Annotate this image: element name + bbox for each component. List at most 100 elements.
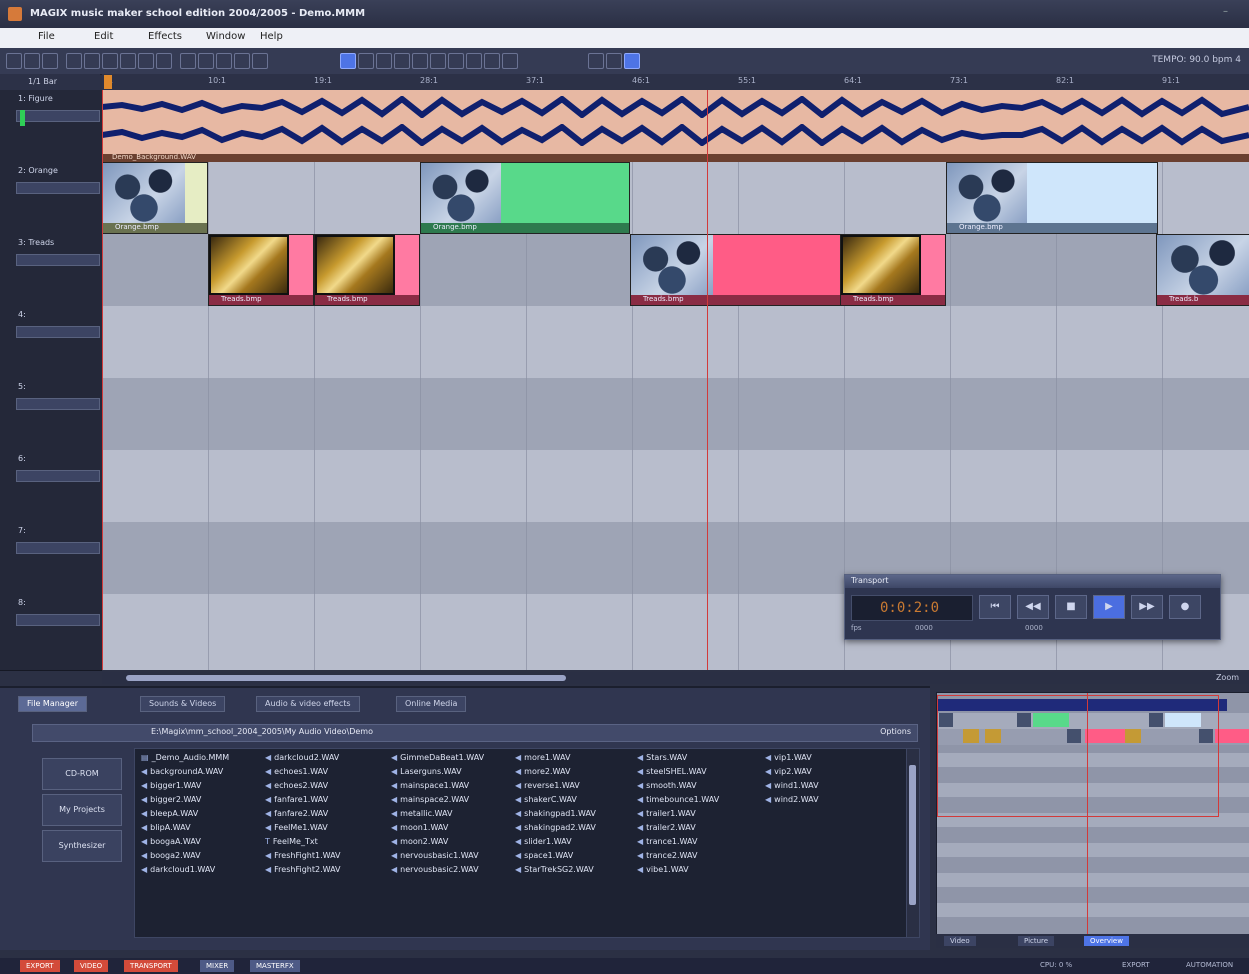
file-item[interactable]: ◀ boogaA.WAV xyxy=(141,837,201,846)
track-controls[interactable] xyxy=(16,398,100,410)
track-lane-2[interactable]: Orange.bmp Orange.bmp Orange.bmp xyxy=(102,162,1249,234)
file-item[interactable]: T FeelMe_Txt xyxy=(265,837,318,846)
menu-edit[interactable]: Edit xyxy=(94,31,113,42)
tab-sounds-videos[interactable]: Sounds & Videos xyxy=(140,696,226,712)
open-icon[interactable] xyxy=(24,53,40,69)
volume-tool-icon[interactable] xyxy=(430,53,446,69)
path-bar[interactable]: E:\Magix\mm_school_2004_2005\My Audio Vi… xyxy=(32,724,918,742)
menu-help[interactable]: Help xyxy=(260,31,283,42)
file-item[interactable]: ◀ more1.WAV xyxy=(515,753,570,762)
file-item[interactable]: ◀ wind2.WAV xyxy=(765,795,819,804)
file-item[interactable]: ◀ vibe1.WAV xyxy=(637,865,689,874)
file-item[interactable]: ◀ metallic.WAV xyxy=(391,809,452,818)
track-lane-3[interactable]: Treads.bmp Treads.bmp Treads.bmp Treads.… xyxy=(102,234,1249,306)
marker-tool-icon[interactable] xyxy=(502,53,518,69)
effects-tool-icon[interactable] xyxy=(484,53,500,69)
file-item[interactable]: ◀ shakingpad2.WAV xyxy=(515,823,596,832)
file-item[interactable]: ◀ moon1.WAV xyxy=(391,823,448,832)
file-item[interactable]: ◀ trance2.WAV xyxy=(637,851,697,860)
transport-header[interactable]: Transport xyxy=(845,575,1220,588)
track-header-8[interactable]: 8: xyxy=(0,594,102,671)
file-item[interactable]: ◀ trailer2.WAV xyxy=(637,823,696,832)
file-item[interactable]: ◀ space1.WAV xyxy=(515,851,573,860)
track-header-6[interactable]: 6: xyxy=(0,450,102,523)
file-item[interactable]: ◀ Stars.WAV xyxy=(637,753,687,762)
save-icon[interactable] xyxy=(42,53,58,69)
file-item[interactable]: ◀ FreshFight1.WAV xyxy=(265,851,341,860)
file-item[interactable]: ◀ darkcloud2.WAV xyxy=(265,753,339,762)
play-icon[interactable]: ▶ xyxy=(1093,595,1125,619)
rewind-icon[interactable]: ◀◀ xyxy=(1017,595,1049,619)
track-header-7[interactable]: 7: xyxy=(0,522,102,595)
track-controls[interactable] xyxy=(16,614,100,626)
track-controls[interactable] xyxy=(16,326,100,338)
split-icon[interactable] xyxy=(180,53,196,69)
magnet-tool-icon[interactable] xyxy=(466,53,482,69)
track-controls[interactable] xyxy=(16,254,100,266)
group-icon[interactable] xyxy=(198,53,214,69)
ungroup-icon[interactable] xyxy=(216,53,232,69)
horizontal-scrollbar[interactable]: Zoom xyxy=(102,672,1249,684)
file-item[interactable]: ◀ nervousbasic1.WAV xyxy=(391,851,479,860)
file-item[interactable]: ◀ trailer1.WAV xyxy=(637,809,696,818)
cut-icon[interactable] xyxy=(102,53,118,69)
track-header-3[interactable]: 3: Treads xyxy=(0,234,102,307)
track-lane-4[interactable] xyxy=(102,306,1249,378)
tab-overview[interactable]: Overview xyxy=(1084,936,1129,946)
menu-window[interactable]: Window xyxy=(206,31,245,42)
file-item[interactable]: ◀ mainspace1.WAV xyxy=(391,781,469,790)
video-clip[interactable]: Treads.bmp xyxy=(840,234,946,306)
tab-video[interactable]: Video xyxy=(944,936,976,946)
align-icon[interactable] xyxy=(234,53,250,69)
options-dropdown[interactable]: Options xyxy=(880,727,911,736)
file-item[interactable]: ◀ timebounce1.WAV xyxy=(637,795,719,804)
view-timeline-icon[interactable] xyxy=(624,53,640,69)
file-item[interactable]: ◀ more2.WAV xyxy=(515,767,570,776)
video-clip[interactable]: Orange.bmp xyxy=(420,162,630,234)
video-clip[interactable]: Treads.bmp xyxy=(208,234,314,306)
file-item[interactable]: ◀ vip2.WAV xyxy=(765,767,812,776)
file-item[interactable]: ▤ _Demo_Audio.MMM xyxy=(141,753,229,762)
track-lane-6[interactable] xyxy=(102,450,1249,522)
pointer-tool-icon[interactable] xyxy=(340,53,356,69)
file-item[interactable]: ◀ bigger1.WAV xyxy=(141,781,201,790)
new-icon[interactable] xyxy=(6,53,22,69)
file-item[interactable]: ◀ Laserguns.WAV xyxy=(391,767,462,776)
file-item[interactable]: ◀ echoes1.WAV xyxy=(265,767,328,776)
video-clip[interactable]: Orange.bmp xyxy=(946,162,1158,234)
video-button[interactable]: VIDEO xyxy=(74,960,109,972)
file-item[interactable]: ◀ bigger2.WAV xyxy=(141,795,201,804)
file-item[interactable]: ◀ darkcloud1.WAV xyxy=(141,865,215,874)
tab-picture[interactable]: Picture xyxy=(1018,936,1055,946)
track-lane-5[interactable] xyxy=(102,378,1249,450)
cd-rom-button[interactable]: CD-ROM xyxy=(42,758,122,790)
start-marker[interactable] xyxy=(104,75,112,89)
tab-audio-video-effects[interactable]: Audio & video effects xyxy=(256,696,360,712)
track-header-4[interactable]: 4: xyxy=(0,306,102,379)
menu-file[interactable]: File xyxy=(38,31,55,42)
track-controls[interactable] xyxy=(16,182,100,194)
video-clip[interactable]: Orange.bmp xyxy=(102,162,208,234)
my-projects-button[interactable]: My Projects xyxy=(42,794,122,826)
overview-panel[interactable] xyxy=(936,692,1249,936)
record-icon[interactable]: ● xyxy=(1169,595,1201,619)
minimize-icon[interactable]: – xyxy=(1223,6,1237,20)
file-item[interactable]: ◀ steelSHEL.WAV xyxy=(637,767,707,776)
scrollbar-thumb[interactable] xyxy=(909,765,916,905)
overview-viewport[interactable] xyxy=(937,695,1219,817)
file-item[interactable]: ◀ reverse1.WAV xyxy=(515,781,580,790)
playhead[interactable] xyxy=(707,90,708,670)
redo-icon[interactable] xyxy=(84,53,100,69)
automation-dropdown[interactable]: AUTOMATION xyxy=(1186,961,1233,969)
delete-icon[interactable] xyxy=(156,53,172,69)
scissors-tool-icon[interactable] xyxy=(376,53,392,69)
file-item[interactable]: ◀ fanfare1.WAV xyxy=(265,795,328,804)
video-clip[interactable]: Treads.bmp xyxy=(630,234,842,306)
file-list-scrollbar[interactable] xyxy=(906,748,920,938)
snap-icon[interactable] xyxy=(252,53,268,69)
file-item[interactable]: ◀ vip1.WAV xyxy=(765,753,812,762)
view-storyboard-icon[interactable] xyxy=(606,53,622,69)
tab-file-manager[interactable]: File Manager xyxy=(18,696,87,712)
file-item[interactable]: ◀ shakerC.WAV xyxy=(515,795,577,804)
track-controls[interactable] xyxy=(16,110,100,122)
